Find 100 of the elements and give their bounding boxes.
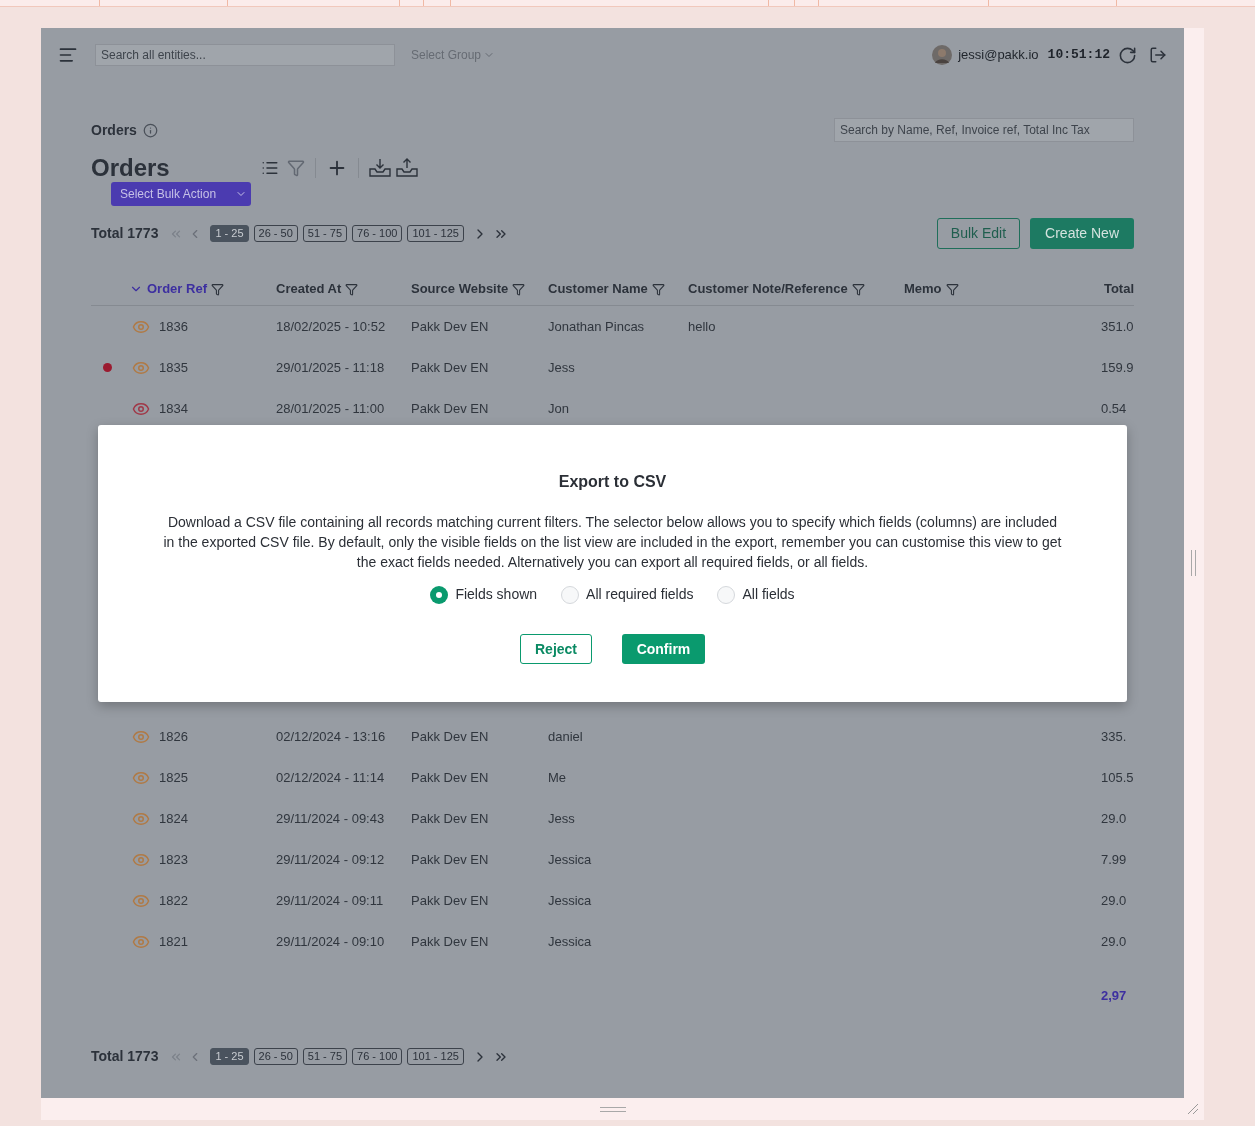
table-cell-text: 29/11/2024 - 09:12 xyxy=(276,850,386,869)
page-button[interactable]: 76 - 100 xyxy=(352,225,403,242)
table-cell-text: Jessica xyxy=(548,932,593,951)
table-cell-text: 29.0 xyxy=(1101,891,1128,910)
upload-icon[interactable] xyxy=(396,158,418,178)
radio-option[interactable]: All fields xyxy=(717,584,795,605)
column-header[interactable]: Source Website xyxy=(411,279,509,299)
page-title: Orders xyxy=(91,153,171,183)
table-cell-text: Jess xyxy=(548,358,576,377)
refresh-icon[interactable] xyxy=(1118,45,1137,65)
dialog-title: Export to CSV xyxy=(558,472,667,492)
table-cell-text: 29/11/2024 - 09:11 xyxy=(276,891,385,910)
table-cell-text: 28/01/2025 - 11:00 xyxy=(276,399,386,418)
table-cell-text: 1822 xyxy=(159,891,189,910)
bulk-edit-button[interactable]: Bulk Edit xyxy=(936,218,1021,249)
filter-icon[interactable] xyxy=(851,282,865,296)
column-header[interactable]: Total xyxy=(1103,279,1134,299)
table-cell-text: daniel xyxy=(548,727,584,746)
table-cell-text: Pakk Dev EN xyxy=(411,809,490,828)
table-cell-text: 1824 xyxy=(159,809,189,828)
page-button[interactable]: 1 - 25 xyxy=(210,1048,249,1065)
table-cell-text: 29.0 xyxy=(1101,932,1128,951)
info-icon[interactable] xyxy=(142,122,158,138)
radio-button[interactable] xyxy=(430,585,449,604)
table-cell: hello xyxy=(688,318,716,334)
table-cell-text: 1826 xyxy=(159,727,189,746)
table-cell-text: 351.0 xyxy=(1101,317,1134,336)
breadcrumb: Orders xyxy=(91,120,137,140)
download-icon[interactable] xyxy=(369,158,391,178)
table-cell-text: Jessica xyxy=(548,891,593,910)
table-cell-text: 105.5 xyxy=(1101,768,1134,787)
total-count: Total 1773 xyxy=(91,224,159,243)
filter-icon[interactable] xyxy=(287,159,305,177)
column-header[interactable]: Order Ref xyxy=(147,279,207,299)
filter-icon[interactable] xyxy=(651,282,665,296)
page-button[interactable]: 76 - 100 xyxy=(352,1048,403,1065)
create-new-button[interactable]: Create New xyxy=(1030,218,1134,249)
table-cell-text: 0.54 xyxy=(1101,399,1128,418)
table-cell-text: Me xyxy=(548,768,568,787)
column-header[interactable]: Memo xyxy=(904,279,942,299)
clock: 10:51:12 xyxy=(1047,46,1110,65)
table-cell-text: 29/11/2024 - 09:43 xyxy=(276,809,386,828)
table-cell-text: Pakk Dev EN xyxy=(411,768,490,787)
table-cell-text: Pakk Dev EN xyxy=(411,317,490,336)
column-header[interactable]: Customer Note/Reference xyxy=(688,279,848,299)
page-button[interactable]: 101 - 125 xyxy=(407,1048,464,1065)
radio-button[interactable] xyxy=(717,585,736,604)
bulk-action-dropdown[interactable]: Select Bulk Action xyxy=(111,182,251,206)
reject-button[interactable]: Reject xyxy=(520,634,592,664)
table-cell-text: 29/11/2024 - 09:10 xyxy=(276,932,386,951)
table-cell-text: 1825 xyxy=(159,768,189,787)
table-cell-text: Pakk Dev EN xyxy=(411,358,490,377)
page-button[interactable]: 26 - 50 xyxy=(253,225,298,242)
table-cell-text: 1821 xyxy=(159,932,189,951)
table-cell-text: Pakk Dev EN xyxy=(411,932,490,951)
resize-grip-icon[interactable] xyxy=(1187,1103,1199,1115)
table-cell-text: 29.0 xyxy=(1101,809,1128,828)
table-cell-text: 335. xyxy=(1101,727,1128,746)
table-cell-text: 1836 xyxy=(159,317,189,336)
menu-icon[interactable] xyxy=(58,45,78,65)
confirm-button[interactable]: Confirm xyxy=(622,634,705,664)
table-cell-text: 02/12/2024 - 11:14 xyxy=(276,768,386,787)
columns-icon[interactable] xyxy=(261,159,279,177)
table-cell-text: Jess xyxy=(548,809,576,828)
table-cell-text: Jonathan Pincas xyxy=(548,317,646,336)
resize-handle[interactable] xyxy=(1191,550,1196,576)
page-button[interactable]: 26 - 50 xyxy=(253,1048,298,1065)
sum-total: 2,97 xyxy=(1101,987,1128,1006)
table-cell-text: 29/01/2025 - 11:18 xyxy=(276,358,386,377)
filter-icon[interactable] xyxy=(512,282,526,296)
total-count: Total 1773 xyxy=(91,1047,159,1066)
page-button[interactable]: 1 - 25 xyxy=(210,225,249,242)
resize-handle[interactable] xyxy=(600,1107,626,1112)
radio-button[interactable] xyxy=(561,585,580,604)
user-email: jessi@pakk.io xyxy=(958,46,1039,65)
table-cell-text: 1835 xyxy=(159,358,189,377)
table-cell-text: 159.9 xyxy=(1101,358,1134,377)
filter-icon[interactable] xyxy=(345,282,359,296)
avatar[interactable] xyxy=(932,45,953,65)
table-cell-text: Pakk Dev EN xyxy=(411,891,490,910)
radio-option[interactable]: All required fields xyxy=(561,584,694,605)
page-button[interactable]: 51 - 75 xyxy=(302,225,348,242)
table-cell-text: Pakk Dev EN xyxy=(411,850,490,869)
column-header[interactable]: Created At xyxy=(276,279,342,299)
search-field[interactable]: Search by Name, Ref, Invoice ref, Total Inc Tax xyxy=(834,118,1134,142)
table-cell-text: Pakk Dev EN xyxy=(411,727,490,746)
radio-option[interactable]: Fields shown xyxy=(430,584,538,605)
table-cell-text: Jessica xyxy=(548,850,593,869)
table-cell-text: Jon xyxy=(548,399,570,418)
table-cell-text: 02/12/2024 - 13:16 xyxy=(276,727,387,746)
filter-icon[interactable] xyxy=(210,282,224,296)
table-cell-text: 7.99 xyxy=(1101,850,1128,869)
column-header[interactable]: Customer Name xyxy=(548,279,648,299)
page-button[interactable]: 51 - 75 xyxy=(302,1048,348,1065)
page-button[interactable]: 101 - 125 xyxy=(407,225,464,242)
search-field[interactable]: Search all entities... xyxy=(95,44,395,66)
logout-icon[interactable] xyxy=(1149,46,1167,64)
table-cell-text: 18/02/2025 - 10:52 xyxy=(276,317,387,336)
filter-icon[interactable] xyxy=(945,282,959,296)
table-cell-text: 1823 xyxy=(159,850,189,869)
